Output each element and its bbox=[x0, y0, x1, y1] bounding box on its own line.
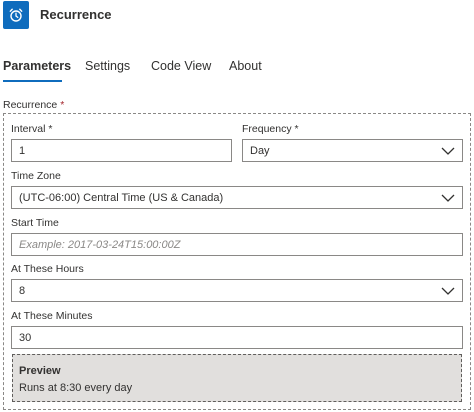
time-zone-value: (UTC-06:00) Central Time (US & Canada) bbox=[19, 192, 224, 204]
start-time-label: Start Time bbox=[11, 217, 59, 229]
tab-parameters[interactable]: Parameters bbox=[3, 59, 71, 73]
required-mark: * bbox=[60, 99, 65, 111]
required-mark: * bbox=[48, 123, 53, 135]
at-these-minutes-input[interactable]: 30 bbox=[11, 326, 463, 349]
chevron-down-icon bbox=[441, 287, 455, 295]
alarm-clock-icon bbox=[3, 1, 29, 29]
at-these-hours-value: 8 bbox=[19, 285, 26, 297]
at-these-hours-label: At These Hours bbox=[11, 263, 84, 275]
chevron-down-icon bbox=[441, 147, 455, 155]
preview-title: Preview bbox=[19, 365, 61, 377]
tab-code-view[interactable]: Code View bbox=[151, 59, 211, 73]
schedule-preview: Preview Runs at 8:30 every day bbox=[12, 354, 462, 402]
recurrence-label: Recurrence * bbox=[3, 99, 64, 111]
tab-about[interactable]: About bbox=[229, 59, 262, 73]
chevron-down-icon bbox=[441, 194, 455, 202]
start-time-input[interactable]: Example: 2017-03-24T15:00:00Z bbox=[11, 233, 463, 256]
active-tab-indicator bbox=[3, 80, 62, 82]
frequency-label-text: Frequency bbox=[242, 123, 292, 135]
frequency-value: Day bbox=[250, 145, 270, 157]
frequency-select[interactable]: Day bbox=[242, 139, 463, 162]
interval-label-text: Interval bbox=[11, 123, 46, 135]
at-these-minutes-label: At These Minutes bbox=[11, 310, 93, 322]
tab-bar: Parameters Settings Code View About bbox=[0, 56, 474, 84]
action-header: Recurrence bbox=[0, 0, 474, 30]
action-title: Recurrence bbox=[40, 7, 112, 22]
frequency-label: Frequency * bbox=[242, 123, 299, 135]
required-mark: * bbox=[294, 123, 299, 135]
at-these-hours-select[interactable]: 8 bbox=[11, 279, 463, 302]
tab-settings[interactable]: Settings bbox=[85, 59, 130, 73]
interval-input[interactable]: 1 bbox=[11, 139, 232, 162]
preview-text: Runs at 8:30 every day bbox=[19, 382, 133, 394]
time-zone-select[interactable]: (UTC-06:00) Central Time (US & Canada) bbox=[11, 186, 463, 209]
time-zone-label: Time Zone bbox=[11, 170, 61, 182]
recurrence-label-text: Recurrence bbox=[3, 99, 58, 111]
interval-label: Interval * bbox=[11, 123, 52, 135]
